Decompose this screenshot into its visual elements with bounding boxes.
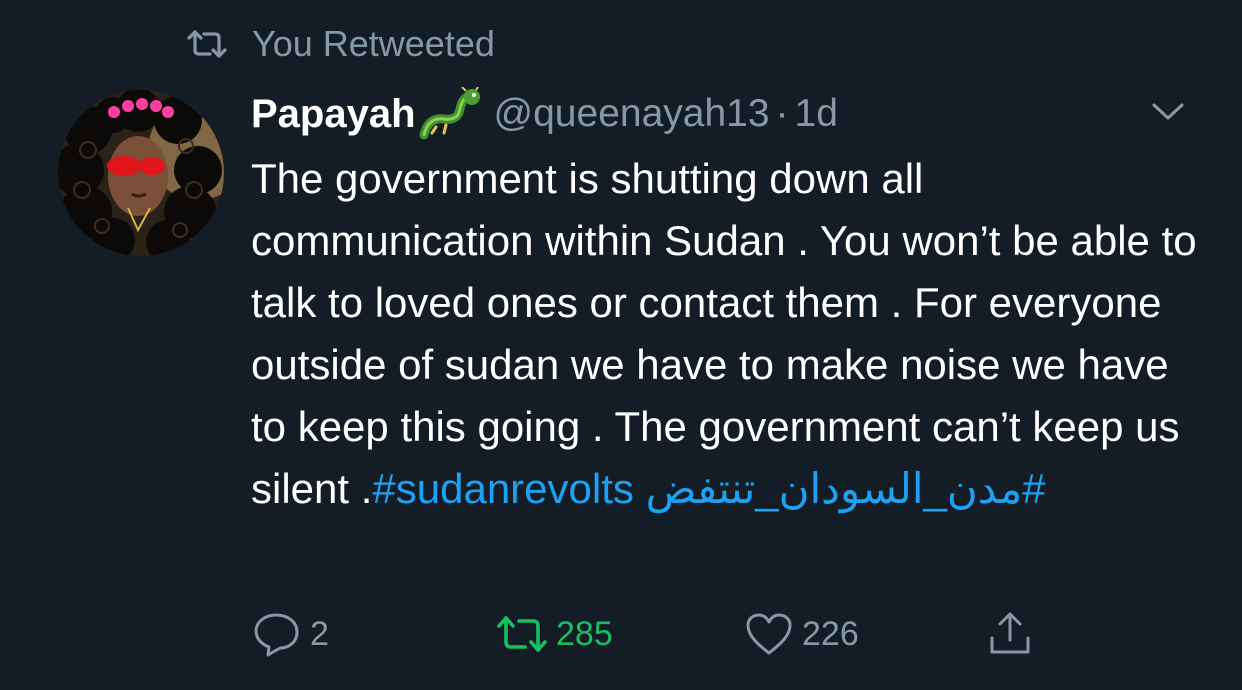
tweet[interactable]: You Retweeted Papayah @queenayah13 · 1d …: [0, 0, 1242, 690]
author-handle[interactable]: @queenayah13: [494, 92, 770, 136]
dragon-emoji-icon: [418, 87, 480, 141]
retweet-icon: [496, 614, 548, 654]
retweet-count: 285: [556, 614, 613, 653]
tweet-actions: 2 285 226: [0, 606, 1242, 662]
display-name[interactable]: Papayah: [251, 92, 416, 137]
like-button[interactable]: 226: [744, 606, 859, 662]
retweet-button[interactable]: 285: [496, 606, 613, 662]
tweet-text: The government is shutting down all comm…: [251, 148, 1211, 520]
heart-icon: [744, 611, 794, 657]
tweet-body: The government is shutting down all comm…: [251, 155, 1197, 512]
reply-icon: [252, 610, 302, 658]
hashtag-link-arabic[interactable]: #مدن_السودان_تنتفض: [646, 465, 1046, 512]
avatar[interactable]: [58, 90, 224, 256]
tweet-timestamp[interactable]: 1d: [795, 92, 838, 136]
chevron-down-icon[interactable]: [1148, 96, 1188, 126]
retweeted-label: You Retweeted: [252, 23, 495, 64]
like-count: 226: [802, 614, 859, 653]
reply-count: 2: [310, 614, 329, 653]
share-icon: [986, 610, 1034, 658]
share-button[interactable]: [986, 606, 1034, 662]
retweet-icon: [186, 29, 228, 59]
reply-button[interactable]: 2: [252, 606, 329, 662]
separator-dot: ·: [775, 92, 789, 135]
tweet-header: Papayah @queenayah13 · 1d: [251, 84, 838, 144]
retweet-context: You Retweeted: [186, 22, 495, 66]
hashtag-link[interactable]: #sudanrevolts: [372, 465, 634, 512]
